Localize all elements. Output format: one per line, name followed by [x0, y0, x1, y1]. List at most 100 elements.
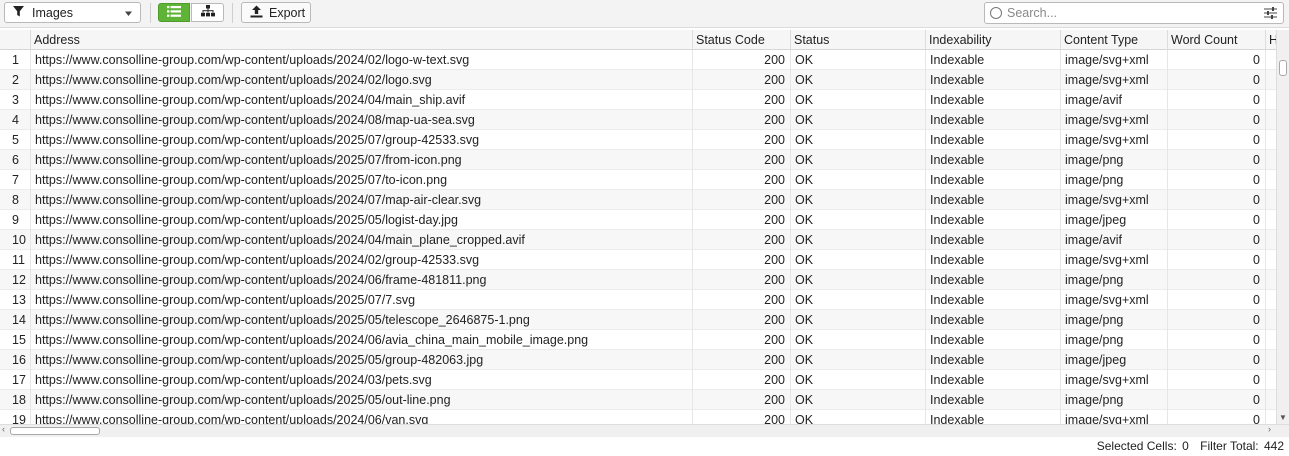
table-row[interactable]: 11 https://www.consolline-group.com/wp-co…	[0, 250, 1276, 270]
column-header-word-count[interactable]: Word Count	[1168, 30, 1266, 50]
cell-status: OK	[791, 70, 926, 90]
cell-status-code: 200	[693, 410, 791, 424]
filter-total-value: 442	[1263, 439, 1284, 453]
cell-address: https://www.consolline-group.com/wp-cont…	[31, 110, 693, 130]
cell-address: https://www.consolline-group.com/wp-cont…	[31, 310, 693, 330]
cell-h	[1266, 90, 1276, 110]
cell-indexability: Indexable	[926, 350, 1061, 370]
cell-content-type: image/svg+xml	[1061, 250, 1168, 270]
table-row[interactable]: 9 https://www.consolline-group.com/wp-con…	[0, 210, 1276, 230]
cell-status-code: 200	[693, 390, 791, 410]
column-header-status-code[interactable]: Status Code	[693, 30, 791, 50]
vertical-scroll-thumb[interactable]	[1279, 60, 1287, 76]
selected-cells-value: 0	[1182, 439, 1189, 453]
cell-status: OK	[791, 150, 926, 170]
table-row[interactable]: 18 https://www.consolline-group.com/wp-co…	[0, 390, 1276, 410]
scroll-down-arrow-icon[interactable]: ▼	[1279, 413, 1287, 422]
table-row[interactable]: 19 https://www.consolline-group.com/wp-co…	[0, 410, 1276, 424]
toolbar-divider	[150, 3, 151, 23]
search-input[interactable]	[1005, 4, 1255, 22]
cell-content-type: image/avif	[1061, 90, 1168, 110]
table-row[interactable]: 17 https://www.consolline-group.com/wp-co…	[0, 370, 1276, 390]
cell-address: https://www.consolline-group.com/wp-cont…	[31, 130, 693, 150]
cell-h	[1266, 410, 1276, 424]
table-row[interactable]: 3 https://www.consolline-group.com/wp-con…	[0, 90, 1276, 110]
filter-dropdown[interactable]: Images	[4, 2, 141, 23]
cell-status-code: 200	[693, 150, 791, 170]
upload-icon	[250, 5, 263, 21]
scroll-right-arrow-icon[interactable]: ›	[1268, 424, 1271, 434]
column-header-indexability[interactable]: Indexability	[926, 30, 1061, 50]
table-row[interactable]: 7 https://www.consolline-group.com/wp-con…	[0, 170, 1276, 190]
horizontal-scroll-thumb[interactable]	[10, 427, 100, 435]
cell-indexability: Indexable	[926, 410, 1061, 424]
table-row[interactable]: 12 https://www.consolline-group.com/wp-co…	[0, 270, 1276, 290]
cell-content-type: image/svg+xml	[1061, 290, 1168, 310]
cell-address: https://www.consolline-group.com/wp-cont…	[31, 190, 693, 210]
cell-address: https://www.consolline-group.com/wp-cont…	[31, 170, 693, 190]
column-header-h[interactable]: H	[1266, 30, 1276, 50]
tree-view-icon	[200, 5, 215, 20]
cell-indexability: Indexable	[926, 230, 1061, 250]
table-row[interactable]: 1 https://www.consolline-group.com/wp-con…	[0, 50, 1276, 70]
cell-word-count: 0	[1168, 90, 1266, 110]
cell-word-count: 0	[1168, 390, 1266, 410]
cell-indexability: Indexable	[926, 110, 1061, 130]
table-row[interactable]: 2 https://www.consolline-group.com/wp-con…	[0, 70, 1276, 90]
cell-h	[1266, 330, 1276, 350]
cell-h	[1266, 390, 1276, 410]
table-row[interactable]: 14 https://www.consolline-group.com/wp-co…	[0, 310, 1276, 330]
column-header-content-type[interactable]: Content Type	[1061, 30, 1168, 50]
row-number: 11	[0, 250, 31, 270]
cell-address: https://www.consolline-group.com/wp-cont…	[31, 370, 693, 390]
cell-status-code: 200	[693, 270, 791, 290]
table-row[interactable]: 16 https://www.consolline-group.com/wp-co…	[0, 350, 1276, 370]
cell-status: OK	[791, 50, 926, 70]
column-header-address[interactable]: Address	[31, 30, 693, 50]
scroll-left-arrow-icon[interactable]: ‹	[2, 424, 5, 434]
row-number: 6	[0, 150, 31, 170]
list-view-button[interactable]	[158, 3, 190, 22]
filter-dropdown-value: Images	[32, 5, 73, 20]
cell-status: OK	[791, 90, 926, 110]
search-icon	[990, 7, 1002, 19]
table-row[interactable]: 8 https://www.consolline-group.com/wp-con…	[0, 190, 1276, 210]
cell-status-code: 200	[693, 170, 791, 190]
cell-status: OK	[791, 230, 926, 250]
table-row[interactable]: 5 https://www.consolline-group.com/wp-con…	[0, 130, 1276, 150]
cell-status-code: 200	[693, 70, 791, 90]
cell-status: OK	[791, 390, 926, 410]
row-number: 18	[0, 390, 31, 410]
horizontal-scrollbar[interactable]: ‹ ›	[0, 424, 1289, 437]
cell-h	[1266, 150, 1276, 170]
table-row[interactable]: 4 https://www.consolline-group.com/wp-con…	[0, 110, 1276, 130]
cell-status-code: 200	[693, 210, 791, 230]
export-button[interactable]: Export	[241, 2, 311, 23]
cell-content-type: image/svg+xml	[1061, 110, 1168, 130]
cell-address: https://www.consolline-group.com/wp-cont…	[31, 390, 693, 410]
cell-address: https://www.consolline-group.com/wp-cont…	[31, 270, 693, 290]
sliders-icon[interactable]	[1264, 7, 1277, 22]
cell-word-count: 0	[1168, 210, 1266, 230]
cell-status-code: 200	[693, 290, 791, 310]
table-row[interactable]: 10 https://www.consolline-group.com/wp-co…	[0, 230, 1276, 250]
cell-status: OK	[791, 370, 926, 390]
table-row[interactable]: 15 https://www.consolline-group.com/wp-co…	[0, 330, 1276, 350]
vertical-scrollbar[interactable]: ▼	[1276, 30, 1289, 424]
cell-h	[1266, 130, 1276, 150]
cell-word-count: 0	[1168, 270, 1266, 290]
table-row[interactable]: 13 https://www.consolline-group.com/wp-co…	[0, 290, 1276, 310]
column-header-status[interactable]: Status	[791, 30, 926, 50]
table-row[interactable]: 6 https://www.consolline-group.com/wp-con…	[0, 150, 1276, 170]
cell-content-type: image/png	[1061, 170, 1168, 190]
cell-h	[1266, 350, 1276, 370]
cell-status: OK	[791, 410, 926, 424]
filter-total-label: Filter Total:	[1200, 439, 1259, 453]
cell-content-type: image/svg+xml	[1061, 190, 1168, 210]
status-bar: Selected Cells: 0 Filter Total: 442	[0, 437, 1289, 456]
cell-status: OK	[791, 170, 926, 190]
tree-view-button[interactable]	[191, 3, 224, 22]
cell-word-count: 0	[1168, 150, 1266, 170]
cell-word-count: 0	[1168, 230, 1266, 250]
toolbar-divider	[232, 3, 233, 23]
